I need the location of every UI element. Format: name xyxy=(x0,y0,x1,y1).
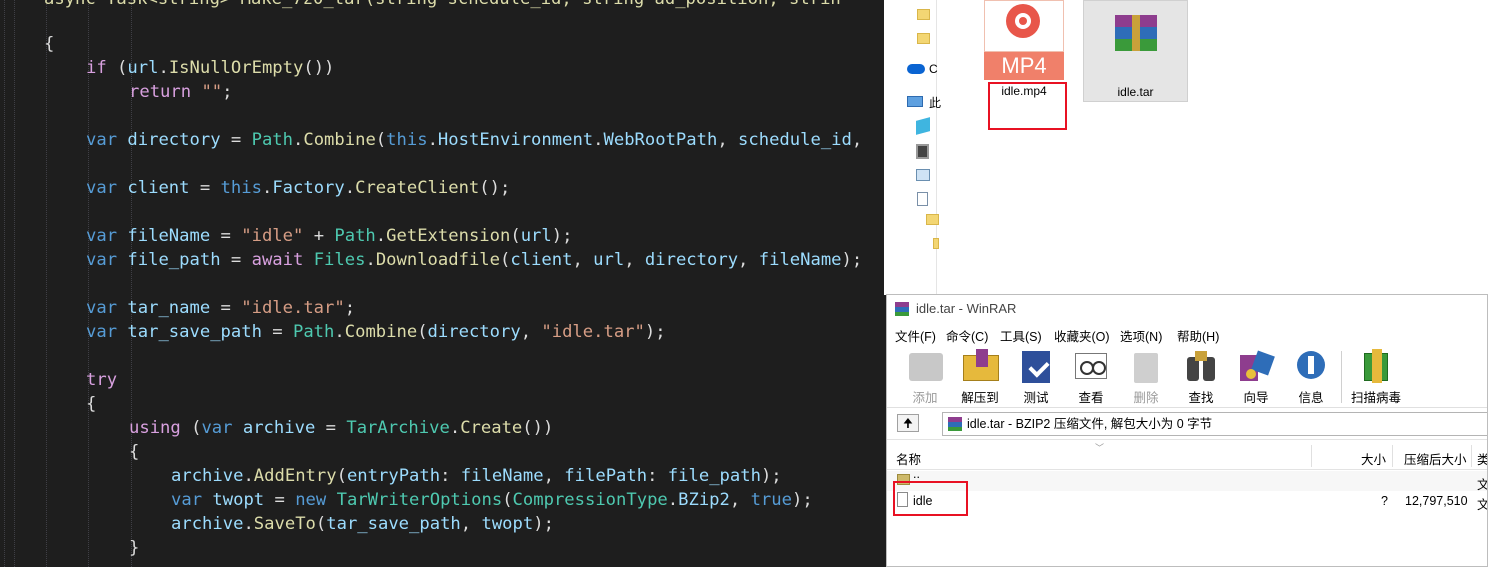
column-name[interactable]: 名称 xyxy=(896,449,921,468)
wizard-button[interactable]: 向导 xyxy=(1231,349,1281,406)
highlight-box xyxy=(893,481,968,516)
view-button[interactable]: 查看 xyxy=(1066,349,1116,406)
mp4-badge: MP4 xyxy=(984,52,1064,80)
title-bar[interactable]: idle.tar - WinRAR xyxy=(887,295,1487,323)
delete-button[interactable]: 删除 xyxy=(1121,349,1171,406)
delete-icon xyxy=(1126,349,1166,383)
indent-guide xyxy=(4,0,5,567)
indent-guide xyxy=(46,0,47,567)
mp4-file-icon: MP4 xyxy=(984,0,1064,80)
code-line: return ""; xyxy=(129,82,233,102)
item-packed-size: 12,797,510 xyxy=(1405,494,1468,508)
code-line: { xyxy=(129,442,140,462)
toolbar: 添加 解压到 测试 查看 删除 查找 向导 信息 扫描病毒 xyxy=(887,345,1487,408)
code-line: try xyxy=(86,370,118,390)
folder-icon[interactable] xyxy=(933,238,939,249)
menu-file[interactable]: 文件(F) xyxy=(895,326,936,345)
toolbar-divider xyxy=(1341,351,1342,403)
file-item-idle-tar[interactable]: idle.tar xyxy=(1083,0,1188,102)
code-line: { xyxy=(86,394,97,414)
menu-options[interactable]: 选项(N) xyxy=(1120,326,1162,345)
test-button[interactable]: 测试 xyxy=(1011,349,1061,406)
code-line: } xyxy=(129,538,140,558)
winrar-window: idle.tar - WinRAR 文件(F) 命令(C) 工具(S) 收藏夹(… xyxy=(886,294,1488,567)
documents-icon[interactable] xyxy=(917,192,928,206)
info-button[interactable]: 信息 xyxy=(1286,349,1336,406)
item-name: .. xyxy=(913,467,920,481)
menu-commands[interactable]: 命令(C) xyxy=(946,326,988,345)
file-explorer-window: C 此 MP4 idle.mp4 idle.tar xyxy=(884,0,1488,295)
window-title: idle.tar - WinRAR xyxy=(916,301,1017,316)
code-editor[interactable]: async Task<string> Make_7z0_tar(string s… xyxy=(0,0,884,567)
column-packed-size[interactable]: 压缩后大小 xyxy=(1404,449,1467,468)
code-line: archive.SaveTo(tar_save_path, twopt); xyxy=(171,514,554,534)
code-line: var fileName = "idle" + Path.GetExtensio… xyxy=(86,226,573,246)
wizard-icon xyxy=(1236,349,1276,383)
code-line: var tar_save_path = Path.Combine(directo… xyxy=(86,322,666,342)
indent-guide xyxy=(14,0,15,567)
winrar-archive-icon xyxy=(1115,15,1157,51)
item-size: ? xyxy=(1381,494,1388,508)
folder-icon[interactable] xyxy=(917,33,930,44)
folder-icon[interactable] xyxy=(926,214,939,225)
column-size[interactable]: 大小 xyxy=(1361,449,1386,468)
3d-objects-icon[interactable] xyxy=(916,117,930,135)
code-line: var file_path = await Files.Downloadfile… xyxy=(86,250,863,270)
winrar-app-icon xyxy=(895,302,909,316)
list-item-idle[interactable]: idle ? 12,797,510 文 xyxy=(887,491,1487,513)
find-button[interactable]: 查找 xyxy=(1176,349,1226,406)
code-line: async Task<string> Make_7z0_tar(string s… xyxy=(44,0,841,11)
menu-help[interactable]: 帮助(H) xyxy=(1177,326,1219,345)
archive-icon xyxy=(948,417,962,431)
binoculars-icon xyxy=(1181,349,1221,383)
list-item-parent[interactable]: .. 文 xyxy=(887,467,1487,492)
menu-bar: 文件(F) 命令(C) 工具(S) 收藏夹(O) 选项(N) 帮助(H) xyxy=(887,324,1487,344)
add-icon xyxy=(905,349,945,383)
pictures-icon[interactable] xyxy=(916,169,930,181)
folder-icon[interactable] xyxy=(917,9,930,20)
extract-folder-icon xyxy=(960,349,1000,383)
path-bar: 🠉 idle.tar - BZIP2 压缩文件, 解包大小为 0 字节 xyxy=(887,409,1487,440)
view-glasses-icon xyxy=(1071,349,1111,383)
column-separator xyxy=(1392,445,1393,467)
code-line: if (url.IsNullOrEmpty()) xyxy=(86,58,335,78)
code-line: var client = this.Factory.CreateClient()… xyxy=(86,178,511,198)
menu-favorites[interactable]: 收藏夹(O) xyxy=(1054,326,1110,345)
code-line: archive.AddEntry(entryPath: fileName, fi… xyxy=(171,466,782,486)
arrow-up-icon: 🠉 xyxy=(903,416,913,430)
code-line: using (var archive = TarArchive.Create()… xyxy=(129,418,554,438)
nav-label-this-pc: 此 xyxy=(929,96,942,110)
item-type: 文 xyxy=(1477,494,1487,513)
onedrive-cloud-icon[interactable] xyxy=(907,64,925,74)
navigation-pane: C 此 xyxy=(884,0,941,295)
test-icon xyxy=(1016,349,1056,383)
file-name: idle.tar xyxy=(1117,85,1154,99)
archive-path-field[interactable]: idle.tar - BZIP2 压缩文件, 解包大小为 0 字节 xyxy=(942,412,1487,436)
scan-virus-button[interactable]: 扫描病毒 xyxy=(1348,349,1404,406)
code-line: { xyxy=(44,34,55,54)
this-pc-icon[interactable] xyxy=(907,96,923,107)
code-line: var directory = Path.Combine(this.HostEn… xyxy=(86,130,863,150)
file-list-header: 名称 ﹀ 大小 压缩后大小 类 xyxy=(887,443,1487,470)
sort-chevron-icon: ﹀ xyxy=(1095,443,1105,453)
code-line: var tar_name = "idle.tar"; xyxy=(86,298,356,318)
code-line: var twopt = new TarWriterOptions(Compres… xyxy=(171,490,813,510)
highlight-box xyxy=(988,82,1067,130)
play-reel-icon xyxy=(1006,4,1040,38)
column-separator xyxy=(1311,445,1312,467)
archive-path-text: idle.tar - BZIP2 压缩文件, 解包大小为 0 字节 xyxy=(967,417,1213,431)
info-icon xyxy=(1291,349,1331,383)
extract-to-button[interactable]: 解压到 xyxy=(955,349,1005,406)
add-button[interactable]: 添加 xyxy=(900,349,950,406)
column-type[interactable]: 类 xyxy=(1477,449,1487,468)
menu-tools[interactable]: 工具(S) xyxy=(1000,326,1042,345)
videos-icon[interactable] xyxy=(916,144,929,159)
virus-scan-icon xyxy=(1356,349,1396,383)
nav-label-onedrive: C xyxy=(929,62,938,76)
up-folder-button[interactable]: 🠉 xyxy=(897,414,919,432)
column-separator xyxy=(1471,445,1472,467)
indent-guide xyxy=(88,0,89,567)
